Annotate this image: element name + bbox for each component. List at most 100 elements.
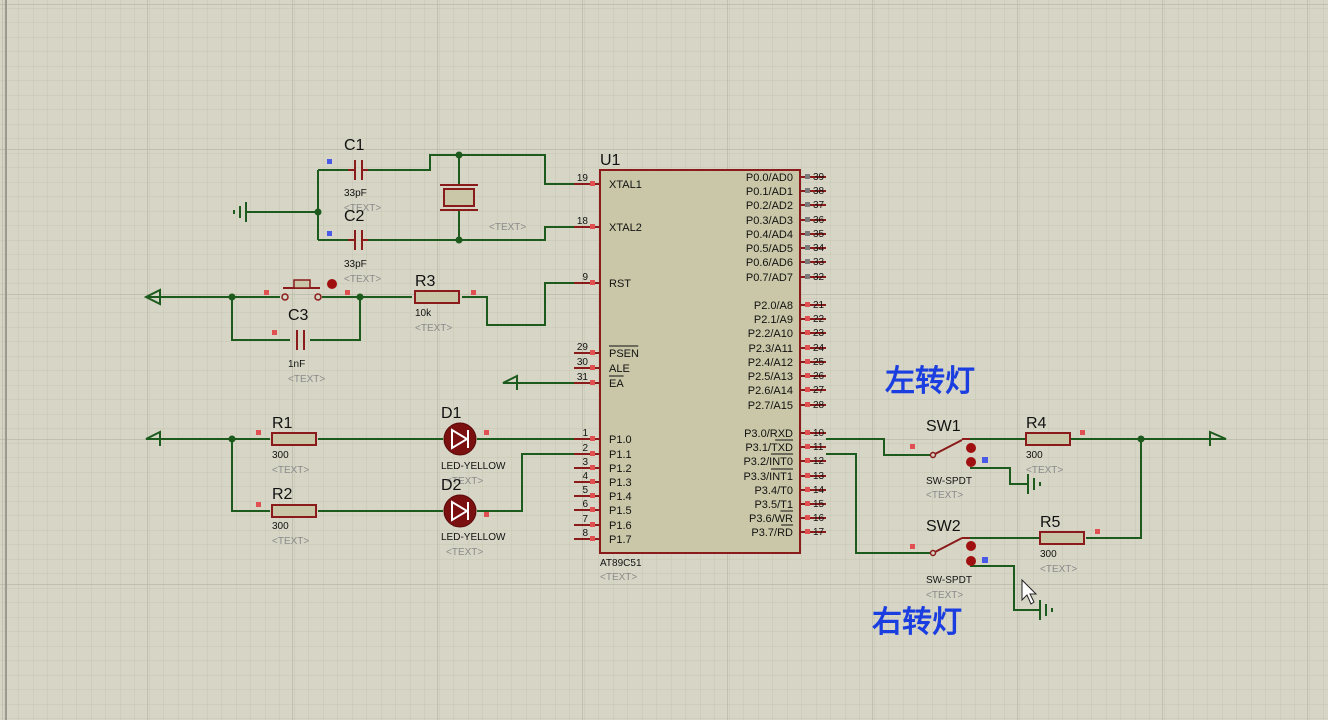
pin-name: P2.4/A12 [748, 357, 793, 369]
pin-name: P1.0 [609, 434, 632, 446]
r4-value: 300 [1026, 450, 1043, 461]
pin-number: 34 [813, 243, 825, 254]
c3-ref: C3 [288, 307, 309, 324]
pin-name: P3.3/INT1 [743, 471, 793, 483]
c3-text: <TEXT> [288, 374, 325, 385]
pin-number: 17 [813, 527, 825, 538]
r3-ref: R3 [415, 273, 436, 290]
pin-number: 22 [813, 314, 825, 325]
d1-ref: D1 [441, 405, 462, 422]
r2-ref: R2 [272, 486, 293, 503]
c2-text: <TEXT> [344, 274, 381, 285]
pin-number: 35 [813, 229, 825, 240]
pin-number: 37 [813, 200, 825, 211]
chip-pin-p3-5-t1[interactable]: 15 P3.5/T1 [754, 499, 826, 511]
pin-name: P0.4/AD4 [746, 229, 793, 241]
chip-u1[interactable]: U1 AT89C51 <TEXT> 19XTAL118XTAL29RST29PS… [574, 152, 826, 583]
c1-ref: C1 [344, 137, 365, 154]
pin-name: P1.5 [609, 505, 632, 517]
pin-name: ALE [609, 363, 630, 375]
r1-ref: R1 [272, 415, 293, 432]
chip-pin-p3-7-rd[interactable]: 17 P3.7/RD [751, 524, 826, 539]
chip-pin-p0-5-ad5[interactable]: 34 P0.5/AD5 [746, 243, 826, 255]
r3-text: <TEXT> [415, 323, 452, 334]
chip-pin-p0-1-ad1[interactable]: 38 P0.1/AD1 [746, 186, 826, 198]
chip-pin-p3-4-t0[interactable]: 14 P3.4/T0 [754, 485, 826, 497]
pin-name: P1.7 [609, 534, 632, 546]
chip-pin-p3-3-int1[interactable]: 13 P3.3/INT1 [743, 468, 826, 483]
pin-name: P1.3 [609, 477, 632, 489]
pin-number: 18 [577, 216, 589, 227]
pin-name: RST [609, 278, 631, 290]
chip-pin-p0-7-ad7[interactable]: 32 P0.7/AD7 [746, 272, 826, 284]
pin-number: 2 [582, 443, 588, 454]
c2-value: 33pF [344, 259, 367, 270]
pin-number: 21 [813, 300, 825, 311]
r5-ref: R5 [1040, 514, 1061, 531]
chip-text: <TEXT> [600, 572, 637, 583]
pin-number: 29 [577, 342, 589, 353]
pin-name: P0.2/AD2 [746, 200, 793, 212]
pin-number: 32 [813, 272, 825, 283]
chip-pin-p2-0-a8[interactable]: 21 P2.0/A8 [754, 300, 826, 312]
pin-name: P3.5/T1 [754, 499, 793, 511]
c2-ref: C2 [344, 208, 365, 225]
chip-pin-p2-2-a10[interactable]: 23 P2.2/A10 [748, 328, 826, 340]
pin-number: 26 [813, 371, 825, 382]
pin-number: 12 [813, 456, 825, 467]
r5-text: <TEXT> [1040, 564, 1077, 575]
pin-name: P0.3/AD3 [746, 215, 793, 227]
chip-pin-p0-4-ad4[interactable]: 35 P0.4/AD4 [746, 229, 826, 241]
pin-name: P2.0/A8 [754, 300, 793, 312]
right-turn-label: 右转灯 [872, 605, 962, 640]
chip-pin-p3-0-rxd[interactable]: 10 P3.0/RXD [744, 428, 826, 440]
chip-pin-p2-6-a14[interactable]: 27 P2.6/A14 [748, 385, 826, 397]
pin-number: 19 [577, 173, 589, 184]
d2-ref: D2 [441, 477, 462, 494]
d2-text: <TEXT> [446, 547, 483, 558]
r1-value: 300 [272, 450, 289, 461]
left-turn-label: 左转灯 [885, 364, 975, 399]
pin-name: P2.6/A14 [748, 385, 793, 397]
pin-name: P1.6 [609, 520, 632, 532]
sw1-value: SW-SPDT [926, 476, 972, 487]
r2-value: 300 [272, 521, 289, 532]
pin-number: 14 [813, 485, 825, 496]
c3-value: 1nF [288, 359, 305, 370]
pin-name: P0.1/AD1 [746, 186, 793, 198]
pin-number: 10 [813, 428, 825, 439]
chip-pin-p0-3-ad3[interactable]: 36 P0.3/AD3 [746, 215, 826, 227]
r4-ref: R4 [1026, 415, 1047, 432]
pin-name: P0.6/AD6 [746, 257, 793, 269]
chip-pin-p2-7-a15[interactable]: 28 P2.7/A15 [748, 400, 826, 412]
pin-number: 5 [582, 485, 588, 496]
pin-name: P0.5/AD5 [746, 243, 793, 255]
chip-pin-p0-6-ad6[interactable]: 33 P0.6/AD6 [746, 257, 826, 269]
chip-pin-p3-2-int0[interactable]: 12 P3.2/INT0 [743, 453, 826, 468]
pin-name: P2.5/A13 [748, 371, 793, 383]
chip-pin-p0-0-ad0[interactable]: 39 P0.0/AD0 [746, 172, 826, 184]
pin-number: 16 [813, 513, 825, 524]
chip-pin-p2-4-a12[interactable]: 25 P2.4/A12 [748, 357, 826, 369]
d1-value: LED-YELLOW [441, 461, 506, 472]
sw2-text: <TEXT> [926, 590, 963, 601]
r2-text: <TEXT> [272, 536, 309, 547]
pin-name: XTAL2 [609, 222, 642, 234]
schematic-canvas[interactable]: C1 33pF <TEXT> C2 33pF <TEXT> C3 1nF <TE… [0, 0, 1328, 720]
pin-number: 4 [582, 471, 588, 482]
chip-pin-p0-2-ad2[interactable]: 37 P0.2/AD2 [746, 200, 826, 212]
chip-pin-p2-3-a11[interactable]: 24 P2.3/A11 [749, 343, 826, 355]
sw2-ref: SW2 [926, 518, 961, 535]
r1-text: <TEXT> [272, 465, 309, 476]
pin-name: P3.4/T0 [754, 485, 793, 497]
chip-pin-p2-5-a13[interactable]: 26 P2.5/A13 [748, 371, 826, 383]
sw1-text: <TEXT> [926, 490, 963, 501]
sw2-value: SW-SPDT [926, 575, 972, 586]
r3-value: 10k [415, 308, 432, 319]
chip-pin-p3-6-wr[interactable]: 16 P3.6/WR [749, 510, 826, 525]
pin-number: 23 [813, 328, 825, 339]
chip-pin-p3-1-txd[interactable]: 11 P3.1/TXD [745, 439, 826, 454]
pin-number: 38 [813, 186, 825, 197]
x1-text: <TEXT> [489, 222, 526, 233]
chip-pin-p2-1-a9[interactable]: 22 P2.1/A9 [754, 314, 826, 326]
